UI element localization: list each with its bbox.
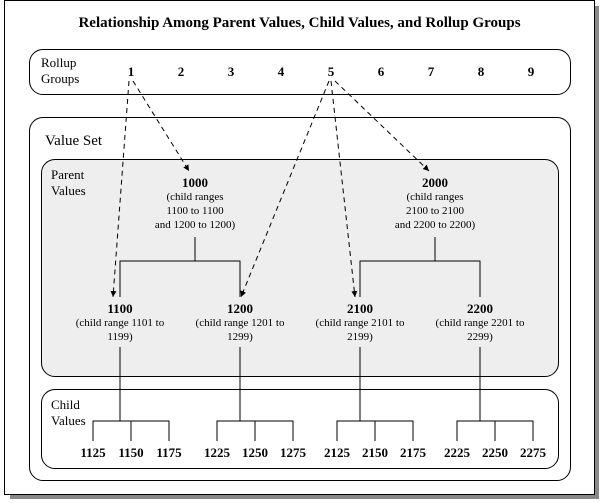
child-2150: 2150: [355, 445, 395, 461]
rollup-4: 4: [271, 64, 291, 80]
parent-1000: 1000: [165, 175, 225, 191]
value-set-label: Value Set: [45, 133, 102, 150]
parent-2000: 2000: [405, 175, 465, 191]
child-values-label: Child Values: [51, 397, 86, 429]
parent-1200: 1200: [210, 301, 270, 317]
child-2275: 2275: [513, 445, 553, 461]
child-2225: 2225: [437, 445, 477, 461]
child-1275: 1275: [273, 445, 313, 461]
parent-2000-range: (child ranges 2100 to 2100 and 2200 to 2…: [385, 191, 485, 232]
child-2175: 2175: [393, 445, 433, 461]
diagram-sheet: Relationship Among Parent Values, Child …: [4, 0, 595, 495]
diagram-page: Relationship Among Parent Values, Child …: [0, 0, 603, 503]
diagram-title: Relationship Among Parent Values, Child …: [5, 15, 594, 32]
rollup-groups-label: Rollup Groups: [41, 55, 79, 87]
parent-1100: 1100: [90, 301, 150, 317]
child-2250: 2250: [475, 445, 515, 461]
rollup-5: 5: [321, 64, 341, 80]
parent-1100-range: (child range 1101 to 1199): [75, 317, 165, 345]
rollup-8: 8: [471, 64, 491, 80]
child-1250: 1250: [235, 445, 275, 461]
rollup-3: 3: [221, 64, 241, 80]
parent-2100: 2100: [330, 301, 390, 317]
parent-2200: 2200: [450, 301, 510, 317]
parent-2200-range: (child range 2201 to 2299): [435, 317, 525, 345]
parent-values-label: Parent Values: [51, 167, 86, 199]
child-1225: 1225: [197, 445, 237, 461]
rollup-9: 9: [521, 64, 541, 80]
parent-2100-range: (child range 2101 to 2199): [315, 317, 405, 345]
parent-1200-range: (child range 1201 to 1299): [195, 317, 285, 345]
rollup-2: 2: [171, 64, 191, 80]
rollup-6: 6: [371, 64, 391, 80]
rollup-7: 7: [421, 64, 441, 80]
child-1125: 1125: [73, 445, 113, 461]
parent-1000-range: (child ranges 1100 to 1100 and 1200 to 1…: [145, 191, 245, 232]
child-1150: 1150: [111, 445, 151, 461]
child-2125: 2125: [317, 445, 357, 461]
rollup-1: 1: [121, 64, 141, 80]
child-1175: 1175: [149, 445, 189, 461]
